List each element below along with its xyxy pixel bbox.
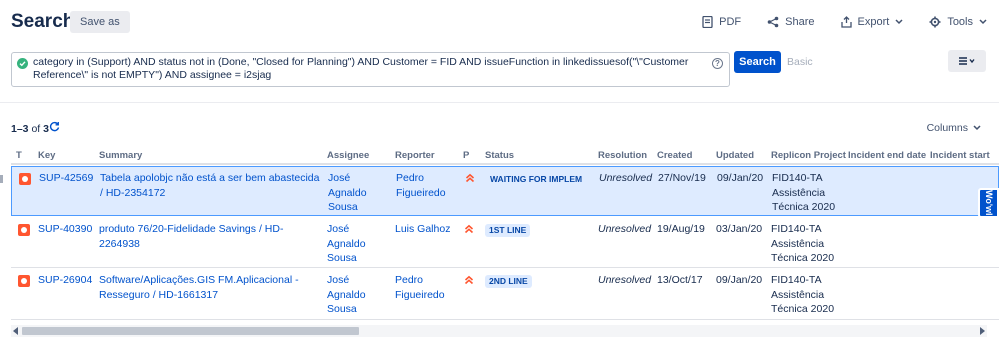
view-options-button[interactable]	[948, 50, 986, 72]
reporter-link[interactable]: Luis Galhoz	[395, 222, 457, 237]
replicon-project-value: FID140-TA Assistência Técnica 2020	[772, 172, 836, 213]
issue-key-link[interactable]: SUP-42569	[39, 171, 93, 186]
share-label: Share	[785, 16, 815, 28]
col-header-summary[interactable]: Summary	[99, 150, 142, 161]
reporter-link[interactable]: Pedro Figueiredo	[395, 273, 457, 302]
col-header-assignee[interactable]: Assignee	[327, 150, 369, 161]
export-icon	[840, 16, 852, 28]
resolution-value: Unresolved	[599, 172, 653, 184]
col-header-created[interactable]: Created	[657, 150, 692, 161]
issue-key-link[interactable]: SUP-26904	[38, 273, 92, 288]
resolution-value: Unresolved	[598, 274, 652, 286]
jql-query-text: category in (Support) AND status not in …	[33, 56, 689, 81]
col-header-replicon-project[interactable]: Replicon Project	[771, 150, 846, 161]
status-badge: WAITING FOR IMPLEM…	[486, 173, 582, 186]
feedback-side-tab[interactable]: Wo'wl	[978, 188, 999, 218]
pdf-button[interactable]: PDF	[702, 12, 741, 32]
col-header-key[interactable]: Key	[38, 150, 55, 161]
list-menu-icon	[959, 57, 975, 65]
priority-highest-icon	[464, 224, 474, 234]
divider	[0, 102, 999, 103]
updated-date: 03/Jan/20	[716, 223, 763, 235]
col-header-incident-start[interactable]: Incident start	[930, 150, 990, 161]
columns-button[interactable]: Columns	[927, 122, 981, 134]
col-header-priority[interactable]: P	[463, 150, 469, 161]
table-row[interactable]: SUP-40390 produto 76/20-Fidelidade Savin…	[11, 218, 999, 268]
table-row[interactable]: SUP-42569 Tabela apolobjc não está a ser…	[11, 166, 999, 216]
row-expand-handle[interactable]	[0, 175, 3, 183]
created-date: 13/Oct/17	[657, 274, 703, 286]
scroll-left-arrow-icon[interactable]	[13, 327, 18, 335]
page-header: Search Save as PDF Share Export Tools	[0, 0, 999, 44]
save-as-button[interactable]: Save as	[70, 11, 130, 33]
gear-icon	[929, 16, 941, 28]
status-badge: 2ND LINE	[485, 275, 532, 288]
assignee-link[interactable]: José Agnaldo Sousa	[327, 222, 387, 266]
col-header-reporter[interactable]: Reporter	[395, 150, 435, 161]
pdf-icon	[702, 16, 713, 28]
table-header: T Key Summary Assignee Reporter P Status…	[11, 145, 999, 165]
table-row[interactable]: SUP-26904 Software/Aplicações.GIS FM.Apl…	[11, 269, 999, 320]
priority-highest-icon	[465, 173, 475, 183]
results-of: of	[31, 123, 41, 135]
reporter-link[interactable]: Pedro Figueiredo	[396, 171, 458, 200]
updated-date: 09/Jan/20	[716, 274, 763, 286]
search-button[interactable]: Search	[734, 51, 781, 73]
help-icon[interactable]: ?	[712, 58, 723, 69]
assignee-link[interactable]: José Agnaldo Sousa	[328, 171, 388, 215]
col-header-resolution[interactable]: Resolution	[598, 150, 647, 161]
results-count: 1–3 of 3	[11, 121, 60, 135]
created-date: 19/Aug/19	[657, 223, 705, 235]
tools-label: Tools	[947, 16, 973, 28]
valid-query-icon	[17, 58, 28, 69]
status-badge: 1ST LINE	[485, 224, 531, 237]
col-header-updated[interactable]: Updated	[716, 150, 754, 161]
pdf-label: PDF	[719, 16, 742, 28]
col-header-type[interactable]: T	[16, 150, 22, 161]
basic-search-link[interactable]: Basic	[787, 56, 813, 68]
export-button[interactable]: Export	[840, 12, 904, 32]
columns-label: Columns	[926, 122, 968, 134]
replicon-project-value: FID140-TA Assistência Técnica 2020	[771, 274, 835, 315]
header-actions: PDF Share Export Tools	[676, 12, 987, 32]
refresh-icon[interactable]	[49, 121, 60, 132]
replicon-project-value: FID140-TA Assistência Técnica 2020	[771, 223, 835, 264]
bug-icon	[18, 275, 30, 287]
updated-date: 09/Jan/20	[717, 172, 764, 184]
export-label: Export	[857, 16, 890, 28]
issue-summary-link[interactable]: produto 76/20-Fidelidade Savings / HD-22…	[99, 222, 321, 251]
scroll-right-arrow-icon[interactable]	[980, 327, 985, 335]
issue-summary-link[interactable]: Software/Aplicações.GIS FM.Aplicacional …	[99, 273, 321, 302]
chevron-down-icon	[979, 19, 987, 25]
resolution-value: Unresolved	[598, 223, 652, 235]
tools-button[interactable]: Tools	[929, 12, 987, 32]
scrollbar-thumb[interactable]	[22, 327, 359, 335]
issue-key-link[interactable]: SUP-40390	[38, 222, 92, 237]
horizontal-scrollbar[interactable]	[11, 325, 987, 337]
share-icon	[767, 16, 779, 28]
share-button[interactable]: Share	[767, 12, 815, 32]
issue-summary-link[interactable]: Tabela apolobjc não está a ser bem abast…	[100, 171, 322, 200]
col-header-incident-end-date[interactable]: Incident end date	[848, 150, 926, 161]
chevron-down-icon	[895, 19, 903, 25]
chevron-down-icon	[973, 125, 981, 131]
jql-query-input[interactable]: category in (Support) AND status not in …	[11, 52, 730, 87]
page-title: Search	[11, 11, 75, 32]
bug-icon	[18, 224, 30, 236]
created-date: 27/Nov/19	[658, 172, 706, 184]
assignee-link[interactable]: José Agnaldo Sousa	[327, 273, 387, 317]
results-range: 1–3	[11, 123, 29, 135]
bug-icon	[19, 173, 31, 185]
col-header-status[interactable]: Status	[485, 150, 514, 161]
priority-highest-icon	[464, 275, 474, 285]
